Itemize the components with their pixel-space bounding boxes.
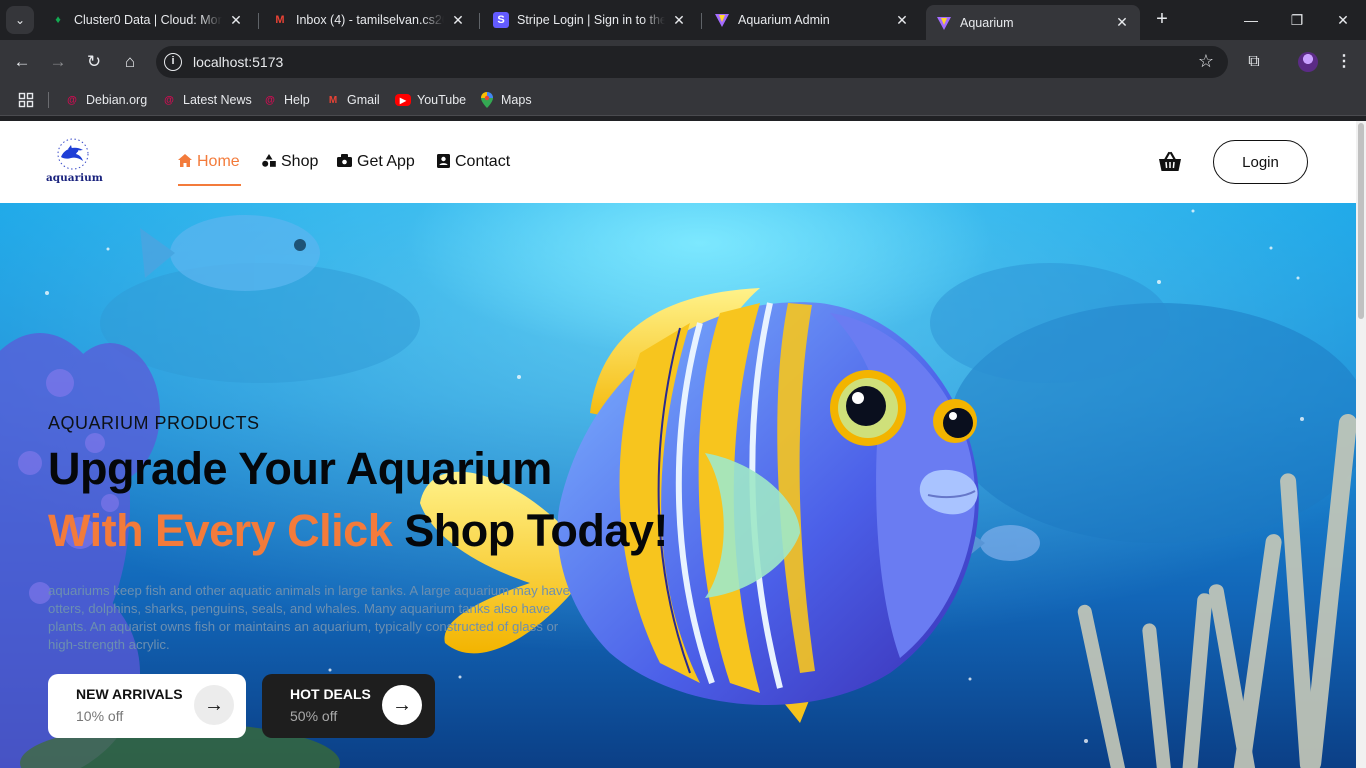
nav-get-app[interactable]: Get App: [337, 151, 415, 173]
tab-aquarium-admin[interactable]: Aquarium Admin ✕: [704, 5, 920, 35]
vite-icon: [936, 15, 952, 31]
tab-title: Aquarium Admin: [738, 13, 830, 27]
bookmark-label: YouTube: [417, 93, 467, 107]
logo-text: aquarium: [46, 172, 103, 184]
minimize-icon[interactable]: —: [1228, 6, 1274, 34]
bookmark-label: Maps: [501, 93, 532, 107]
nav-label: Get App: [357, 153, 415, 170]
nav-label: Shop: [281, 153, 319, 170]
bookmark-label: Debian.org: [86, 93, 148, 107]
debian-icon: @: [164, 94, 174, 106]
scrollbar-thumb[interactable]: [1358, 123, 1364, 319]
hero-headline-line2: With Every Click Shop Today!: [48, 505, 668, 557]
gmail-icon: M: [328, 94, 338, 106]
gmail-icon: M: [275, 14, 285, 26]
shopping-basket-icon[interactable]: [1158, 151, 1182, 173]
vite-icon: [714, 12, 730, 28]
close-tab-icon[interactable]: ✕: [894, 12, 910, 29]
page-viewport: aquarium Home Shop Get App Contact Login…: [0, 121, 1356, 768]
apps-grid-icon[interactable]: [18, 91, 34, 109]
profile-avatar[interactable]: [1298, 52, 1318, 72]
bookmarks-bar: @ Debian.org @ Latest News @ Help M Gmai…: [0, 84, 1366, 116]
youtube-icon: ▶: [395, 94, 411, 106]
nav-contact[interactable]: Contact: [437, 151, 510, 173]
tab-aquarium[interactable]: Aquarium ✕: [926, 5, 1140, 40]
reload-icon[interactable]: ↻: [80, 48, 108, 76]
new-tab-plus-icon[interactable]: +: [1150, 8, 1174, 32]
back-arrow-icon[interactable]: ←: [8, 48, 36, 76]
address-bar[interactable]: i localhost:5173 ☆: [156, 46, 1228, 78]
nav-label: Contact: [455, 153, 511, 170]
tab-gmail[interactable]: M Inbox (4) - tamilselvan.cs2023 ✕: [262, 5, 476, 35]
browser-tabstrip: ⌄ ♦ Cluster0 Data | Cloud: MongoDB ✕ M I…: [0, 0, 1366, 40]
home-icon[interactable]: ⌂: [116, 48, 144, 76]
bookmark-youtube[interactable]: ▶ YouTube: [395, 91, 466, 109]
active-nav-underline: [178, 184, 241, 186]
tab-title: Inbox (4) - tamilselvan.cs2023: [296, 13, 444, 27]
tab-title: Stripe Login | Sign in to the Stripe: [517, 13, 665, 27]
url-text[interactable]: localhost:5173: [193, 54, 283, 70]
shapes-icon: [262, 154, 276, 170]
forward-arrow-icon[interactable]: →: [44, 48, 72, 76]
new-arrivals-card[interactable]: NEW ARRIVALS 10% off →: [48, 674, 246, 738]
tab-divider: [258, 13, 259, 29]
close-tab-icon[interactable]: ✕: [1114, 14, 1130, 31]
bookmark-latest-news[interactable]: @ Latest News: [161, 91, 252, 109]
nav-home[interactable]: Home: [178, 151, 240, 173]
tab-mongodb[interactable]: ♦ Cluster0 Data | Cloud: MongoDB ✕: [40, 5, 254, 35]
maps-icon: [479, 92, 495, 108]
home-icon: [178, 154, 192, 170]
arrow-right-icon[interactable]: →: [194, 685, 234, 725]
browser-toolbar: ← → ↻ ⌂ i localhost:5173 ☆ ⧉ ⋮: [0, 40, 1366, 84]
hero-banner: AQUARIUM PRODUCTS Upgrade Your Aquarium …: [0, 203, 1356, 768]
bookmark-label: Help: [284, 93, 310, 107]
bookmarks-divider: [48, 92, 49, 108]
debian-icon: @: [67, 94, 77, 106]
hero-headline-line1: Upgrade Your Aquarium: [48, 443, 552, 494]
tab-stripe[interactable]: S Stripe Login | Sign in to the Stripe ✕: [483, 5, 697, 35]
bookmark-debian[interactable]: @ Debian.org: [64, 91, 147, 109]
restore-window-icon[interactable]: ❐: [1274, 6, 1320, 34]
tab-search-dropdown-icon[interactable]: ⌄: [6, 6, 34, 34]
hero-eyebrow: AQUARIUM PRODUCTS: [48, 413, 260, 433]
cta-subtitle: 10% off: [76, 708, 124, 724]
bookmark-help[interactable]: @ Help: [262, 91, 310, 109]
site-logo[interactable]: aquarium: [46, 137, 103, 189]
close-window-icon[interactable]: ✕: [1320, 6, 1366, 34]
bookmark-star-icon[interactable]: ☆: [1198, 51, 1214, 72]
tab-title: Aquarium: [960, 15, 1014, 30]
site-header: aquarium Home Shop Get App Contact Login: [0, 121, 1356, 203]
cta-subtitle: 50% off: [290, 708, 338, 724]
tab-divider: [479, 13, 480, 29]
bookmark-gmail[interactable]: M Gmail: [325, 91, 380, 109]
close-tab-icon[interactable]: ✕: [450, 12, 466, 29]
nav-label: Home: [197, 153, 240, 170]
tab-title: Cluster0 Data | Cloud: MongoDB: [74, 13, 222, 27]
close-tab-icon[interactable]: ✕: [228, 12, 244, 29]
hero-headline-accent: With Every Click: [48, 505, 393, 556]
site-info-icon[interactable]: i: [164, 53, 182, 71]
mongodb-leaf-icon: ♦: [55, 14, 61, 26]
extensions-puzzle-icon[interactable]: ⧉: [1240, 48, 1268, 76]
hero-description: aquariums keep fish and other aquatic an…: [48, 583, 570, 652]
close-tab-icon[interactable]: ✕: [671, 12, 687, 29]
nav-shop[interactable]: Shop: [262, 151, 318, 173]
hero-headline-rest: Shop Today!: [404, 505, 668, 556]
cta-title: HOT DEALS: [290, 686, 371, 702]
dolphin-logo-icon: [57, 138, 89, 170]
cta-title: NEW ARRIVALS: [76, 686, 183, 702]
app-icon: [337, 154, 352, 170]
login-button[interactable]: Login: [1213, 140, 1308, 184]
hot-deals-card[interactable]: HOT DEALS 50% off →: [262, 674, 435, 738]
tab-divider: [701, 13, 702, 29]
arrow-right-icon[interactable]: →: [382, 685, 422, 725]
bookmark-maps[interactable]: Maps: [479, 91, 532, 109]
menu-kebab-icon[interactable]: ⋮: [1330, 48, 1358, 76]
bookmark-label: Latest News: [183, 93, 252, 107]
page-scrollbar[interactable]: [1356, 121, 1366, 768]
bookmark-label: Gmail: [347, 93, 380, 107]
debian-icon: @: [265, 94, 275, 106]
stripe-icon: S: [493, 12, 509, 28]
contact-card-icon: [437, 153, 450, 171]
